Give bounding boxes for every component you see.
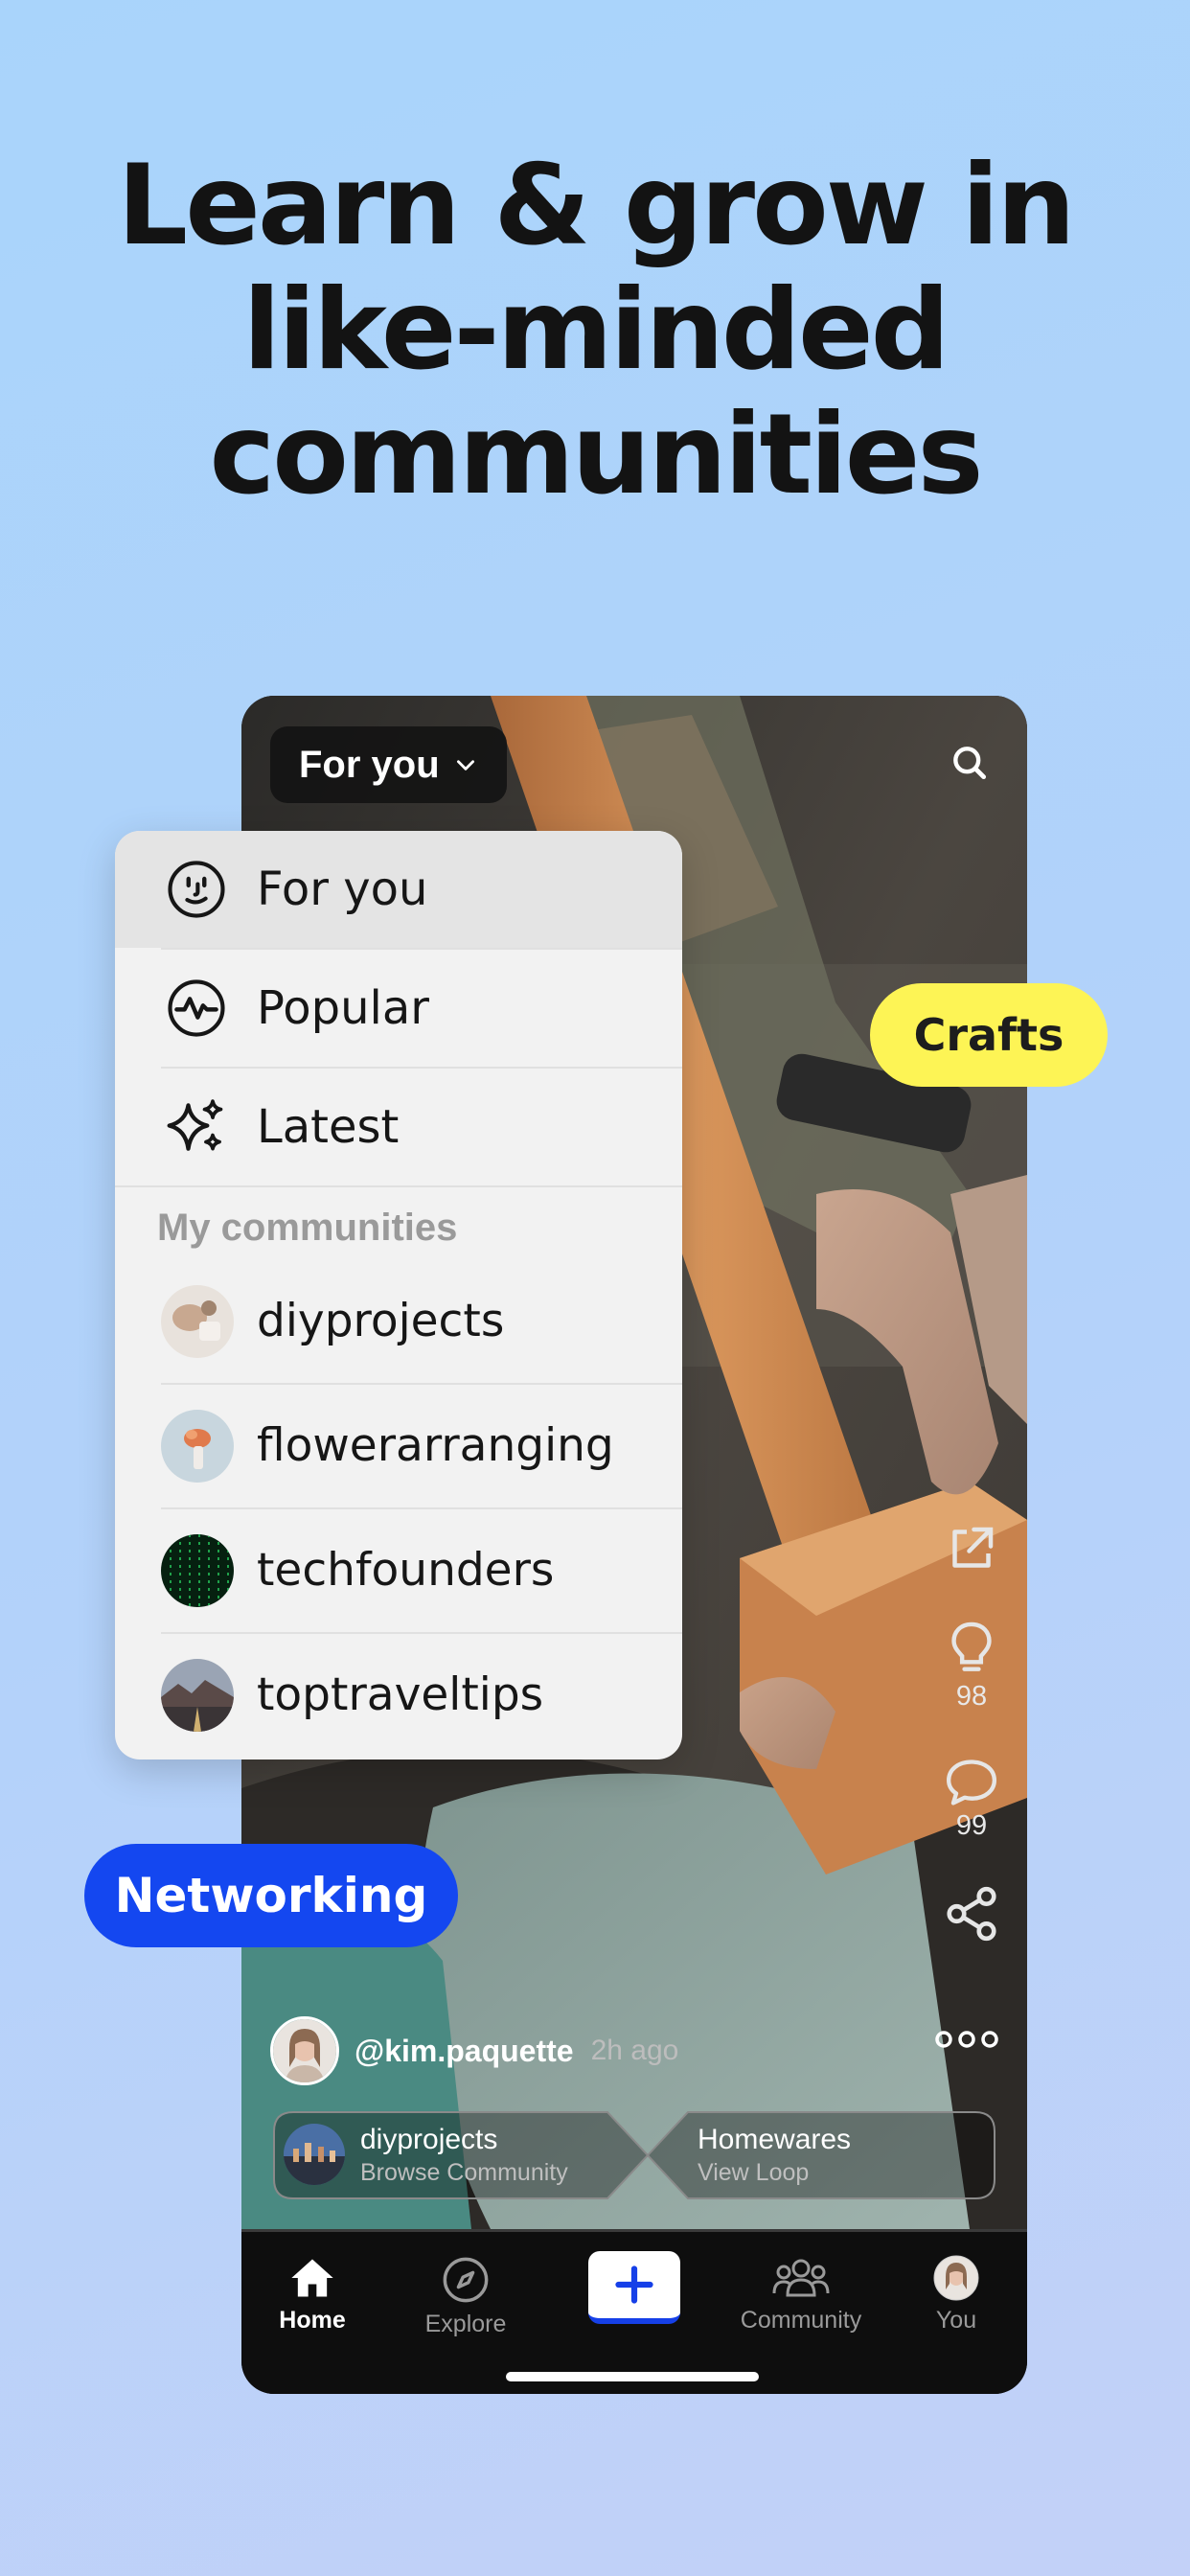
- crafts-tag: Crafts: [870, 983, 1108, 1087]
- feed-dropdown-menu: For you Popular Latest My communities di…: [115, 831, 682, 1760]
- like-count: 98: [955, 1681, 988, 1712]
- menu-item-popular[interactable]: Popular: [115, 950, 682, 1067]
- share-icon: [947, 1886, 996, 1942]
- my-communities-heading: My communities: [157, 1207, 458, 1249]
- tab-you[interactable]: You: [889, 2255, 1023, 2334]
- chevron-down-icon: [456, 760, 474, 770]
- menu-item-for-you-label: For you: [257, 862, 428, 916]
- headline-line-1: Learn & grow in: [117, 141, 1075, 270]
- community-item-toptraveltips[interactable]: toptraveltips: [115, 1634, 682, 1757]
- loop-link[interactable]: Homewares View Loop: [652, 2110, 996, 2200]
- feed-selector-label: For you: [299, 743, 440, 786]
- tab-home[interactable]: Home: [245, 2255, 379, 2334]
- more-options-button[interactable]: [935, 2028, 998, 2056]
- home-icon: [291, 2259, 333, 2297]
- tab-you-label: You: [935, 2307, 977, 2334]
- community-avatar: [284, 2124, 345, 2185]
- comment-button[interactable]: 99: [935, 1755, 1008, 1842]
- profile-avatar: [933, 2255, 979, 2301]
- post-time: 2h ago: [590, 2035, 679, 2066]
- community-link-title: diyprojects: [360, 2124, 498, 2155]
- like-button[interactable]: 98: [935, 1620, 1008, 1713]
- share-button[interactable]: [935, 1884, 1008, 1944]
- more-dots-icon: [935, 2031, 998, 2048]
- tab-explore-label: Explore: [424, 2311, 507, 2337]
- post-actions: 98 99: [935, 1520, 1008, 1986]
- post-links: diyprojects Browse Community Homewares V…: [272, 2110, 996, 2200]
- tab-community[interactable]: Community: [734, 2255, 868, 2334]
- headline-line-2: like-minded: [242, 265, 950, 395]
- people-icon: [772, 2259, 830, 2297]
- tab-community-label: Community: [740, 2307, 862, 2334]
- community-item-label: flowerarranging: [257, 1419, 614, 1472]
- search-icon: [953, 747, 987, 780]
- loop-link-title: Homewares: [698, 2124, 852, 2155]
- comment-count: 99: [955, 1810, 988, 1841]
- bottom-tab-bar: Home Explore Community You: [241, 2229, 1027, 2394]
- community-avatar: [161, 1410, 234, 1483]
- comment-icon: [947, 1760, 996, 1806]
- tab-home-label: Home: [279, 2307, 346, 2334]
- community-item-flowerarranging[interactable]: flowerarranging: [115, 1385, 682, 1507]
- community-item-label: toptraveltips: [257, 1668, 544, 1721]
- headline: Learn & grow in like-minded communities: [0, 144, 1190, 518]
- menu-item-popular-label: Popular: [257, 981, 429, 1035]
- community-avatar: [161, 1534, 234, 1607]
- author-avatar[interactable]: [270, 2016, 339, 2085]
- pulse-icon: [163, 975, 230, 1042]
- networking-tag: Networking: [84, 1844, 458, 1947]
- community-item-label: diyprojects: [257, 1295, 505, 1347]
- smiley-icon: [163, 856, 230, 923]
- search-button[interactable]: [939, 732, 1000, 794]
- menu-item-for-you[interactable]: For you: [115, 831, 682, 948]
- tab-explore[interactable]: Explore: [399, 2255, 533, 2338]
- community-avatar: [161, 1285, 234, 1358]
- compass-icon: [443, 2257, 489, 2303]
- plus-icon: [615, 2266, 653, 2304]
- post-author-row: @kim.paquette 2h ago: [270, 2014, 998, 2087]
- feed-selector-button[interactable]: For you: [270, 726, 507, 803]
- home-indicator: [506, 2372, 759, 2381]
- open-external-button[interactable]: [935, 1520, 1008, 1577]
- loop-link-subtitle: View Loop: [698, 2159, 810, 2186]
- community-link[interactable]: diyprojects Browse Community: [272, 2110, 636, 2200]
- community-avatar: [161, 1659, 234, 1732]
- headline-line-3: communities: [209, 390, 983, 519]
- lightbulb-icon: [951, 1622, 992, 1671]
- sparkles-icon: [163, 1093, 230, 1161]
- community-link-subtitle: Browse Community: [360, 2159, 568, 2186]
- create-post-button[interactable]: [588, 2251, 680, 2324]
- community-item-diyprojects[interactable]: diyprojects: [115, 1260, 682, 1383]
- menu-section-divider: [115, 1185, 682, 1187]
- author-name[interactable]: @kim.paquette: [355, 2034, 574, 2069]
- community-item-label: techfounders: [257, 1544, 555, 1597]
- community-item-techfounders[interactable]: techfounders: [115, 1509, 682, 1632]
- external-link-icon: [952, 1527, 994, 1568]
- menu-item-latest[interactable]: Latest: [115, 1069, 682, 1185]
- menu-item-latest-label: Latest: [257, 1100, 400, 1154]
